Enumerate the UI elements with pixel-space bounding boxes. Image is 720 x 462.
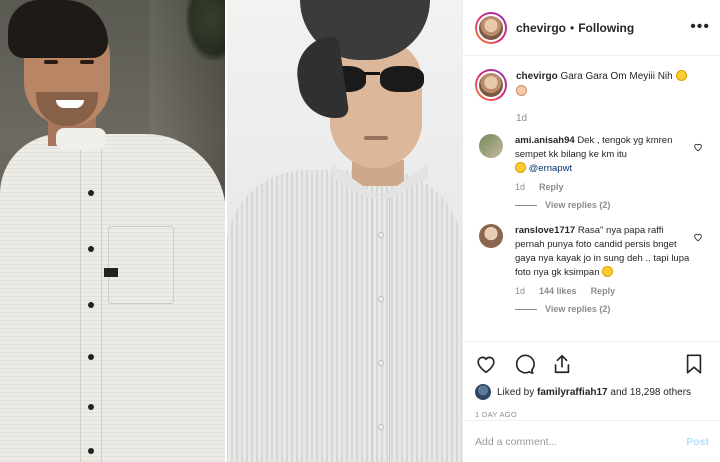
grin-sweat-emoji-icon [675, 70, 687, 81]
photo-left-panel [0, 0, 226, 462]
post-sidebar: chevirgo • Following ••• chevirgo Gara G… [462, 0, 720, 462]
post-photo[interactable] [0, 0, 462, 462]
comment-avatar[interactable] [479, 134, 503, 158]
author-username[interactable]: chevirgo [516, 21, 566, 35]
bookmark-icon[interactable] [683, 353, 705, 375]
reply-button[interactable]: Reply [539, 182, 564, 192]
author-avatar[interactable] [475, 11, 507, 44]
add-comment-bar: Post [463, 420, 720, 462]
comments-list[interactable]: chevirgo Gara Gara Om Meyiii Nih 1d ami.… [463, 57, 720, 341]
comment-username[interactable]: ranslove1717 [515, 225, 575, 236]
comment-like-heart-icon[interactable] [693, 142, 703, 152]
caption-username[interactable]: chevirgo [516, 71, 558, 82]
comment-item: ranslove1717 Rasa" nya papa raffi pernah… [475, 224, 709, 280]
following-button[interactable]: Following [578, 21, 634, 35]
grin-sweat-emoji-icon [602, 266, 614, 277]
comment-likes[interactable]: 144 likes [539, 286, 577, 296]
comment-username[interactable]: ami.anisah94 [515, 135, 575, 146]
post-header: chevirgo • Following ••• [463, 0, 720, 56]
comment-mention[interactable]: @ernapwt [529, 163, 572, 174]
comment-icon[interactable] [513, 353, 535, 375]
caption-text: Gara Gara Om Meyiii Nih [560, 71, 673, 82]
heart-icon[interactable] [475, 353, 497, 375]
post-comment-button[interactable]: Post [686, 436, 709, 448]
instagram-post: chevirgo • Following ••• chevirgo Gara G… [0, 0, 720, 462]
header-separator: • [570, 20, 575, 35]
liker-username[interactable]: familyraffiah17 [537, 387, 608, 398]
more-icon[interactable]: ••• [690, 18, 710, 36]
reply-button[interactable]: Reply [591, 286, 616, 296]
comment-item: ami.anisah94 Dek , tengok yg kmren sempe… [475, 134, 709, 176]
post-timestamp: 1 DAY AGO [475, 410, 518, 419]
view-replies-button[interactable]: View replies (2) [515, 200, 709, 210]
comment-avatar[interactable] [479, 224, 503, 248]
likes-count[interactable]: and 18,298 others [610, 387, 691, 398]
facepalm-emoji-icon [516, 85, 527, 96]
likes-summary: Liked by familyraffiah17 and 18,298 othe… [475, 384, 709, 400]
comment-like-heart-icon[interactable] [693, 232, 703, 242]
caption-age: 1d [516, 113, 528, 124]
caption-avatar[interactable] [475, 69, 507, 101]
smile-emoji-icon [515, 162, 526, 173]
view-replies-button[interactable]: View replies (2) [515, 304, 709, 314]
liker-avatar[interactable] [475, 384, 491, 400]
comment-input[interactable] [475, 435, 687, 448]
caption: chevirgo Gara Gara Om Meyiii Nih [475, 69, 709, 101]
post-actions: Liked by familyraffiah17 and 18,298 othe… [463, 341, 720, 421]
share-icon[interactable] [551, 353, 573, 375]
comment-age: 1d [515, 286, 526, 296]
comment-age: 1d [515, 182, 526, 192]
